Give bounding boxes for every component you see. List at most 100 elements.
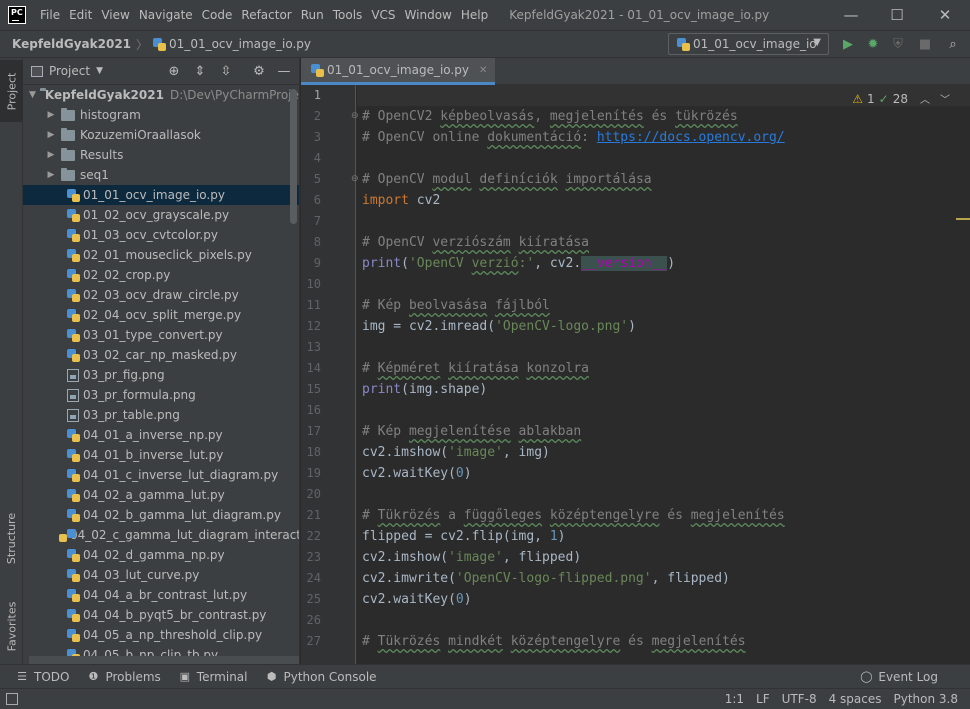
tree-folder[interactable]: ▶ seq1 — [23, 165, 299, 185]
gear-icon[interactable]: ⚙ — [252, 64, 266, 79]
coverage-button[interactable]: ⛨ — [890, 36, 906, 52]
file-encoding[interactable]: UTF-8 — [782, 692, 817, 706]
chevron-up-icon[interactable]: ︿ — [920, 91, 930, 106]
close-button[interactable]: ✕ — [922, 0, 968, 30]
tree-file[interactable]: 01_02_ocv_grayscale.py — [23, 205, 299, 225]
tree-file[interactable]: 02_02_crop.py — [23, 265, 299, 285]
structure-tool-tab[interactable]: Structure — [0, 498, 23, 578]
search-everywhere-button[interactable]: ⌕ — [945, 36, 961, 52]
chevron-right-icon[interactable]: ▶ — [45, 150, 57, 160]
toggle-tool-windows-icon[interactable] — [6, 693, 18, 705]
chevron-right-icon[interactable]: ▶ — [45, 170, 57, 180]
tree-file[interactable]: 04_02_d_gamma_np.py — [23, 545, 299, 565]
tree-file[interactable]: 04_01_b_inverse_lut.py — [23, 445, 299, 465]
tree-folder[interactable]: ▶ Results — [23, 145, 299, 165]
event-log-tab[interactable]: ◯ Event Log — [860, 670, 938, 684]
expand-all-icon[interactable]: ⇕ — [193, 64, 207, 79]
menu-code[interactable]: Code — [198, 8, 237, 22]
tree-file[interactable]: 04_04_a_br_contrast_lut.py — [23, 585, 299, 605]
tree-file[interactable]: 01_01_ocv_image_io.py — [23, 185, 299, 205]
tree-folder[interactable]: ▶ histogram — [23, 105, 299, 125]
tree-scrollbar[interactable] — [290, 89, 297, 224]
breadcrumb-project[interactable]: KepfeldGyak2021 — [12, 37, 131, 51]
favorites-tool-tab[interactable]: Favorites — [0, 586, 23, 666]
tree-file[interactable]: 04_03_lut_curve.py — [23, 565, 299, 585]
tree-file[interactable]: 03_02_car_np_masked.py — [23, 345, 299, 365]
tree-file[interactable]: 02_01_mouseclick_pixels.py — [23, 245, 299, 265]
code-line[interactable]: # Tükrözés mindkét középtengelyre és meg… — [362, 631, 746, 652]
menu-edit[interactable]: Edit — [65, 8, 96, 22]
tree-folder[interactable]: ▶ KozuzemiOraallasok — [23, 125, 299, 145]
code-line[interactable]: cv2.imshow('image', flipped) — [362, 547, 581, 568]
menu-refactor[interactable]: Refactor — [237, 8, 295, 22]
menu-help[interactable]: Help — [457, 8, 492, 22]
code-line[interactable]: cv2.waitKey(0) — [362, 463, 472, 484]
chevron-down-icon[interactable]: ▼ — [29, 90, 36, 100]
minimize-button[interactable]: — — [828, 0, 874, 30]
close-tab-icon[interactable]: ✕ — [479, 65, 487, 76]
debug-button[interactable]: ✹ — [865, 36, 881, 52]
code-line[interactable]: img = cv2.imread('OpenCV-logo.png') — [362, 316, 636, 337]
python-console-tab[interactable]: ⬢ Python Console — [266, 670, 377, 684]
breadcrumb-file[interactable]: 01_01_ocv_image_io.py — [169, 37, 311, 51]
tree-file[interactable]: 04_02_b_gamma_lut_diagram.py — [23, 505, 299, 525]
code-line[interactable]: # OpenCV verziószám kiíratása — [362, 232, 589, 253]
menu-window[interactable]: Window — [401, 8, 456, 22]
fold-icon[interactable]: ⊖ — [351, 174, 359, 184]
chevron-right-icon[interactable]: ▶ — [45, 110, 57, 120]
tree-file[interactable]: 04_01_a_inverse_np.py — [23, 425, 299, 445]
tree-file[interactable]: 04_02_a_gamma_lut.py — [23, 485, 299, 505]
code-line[interactable]: flipped = cv2.flip(img, 1) — [362, 526, 566, 547]
tree-file[interactable]: 03_pr_fig.png — [23, 365, 299, 385]
code-line[interactable]: print('OpenCV verzió:', cv2.__version__) — [362, 253, 675, 274]
stop-button[interactable]: ■ — [917, 36, 933, 52]
code-line[interactable]: cv2.imshow('image', img) — [362, 442, 550, 463]
problems-tab[interactable]: ❶ Problems — [87, 670, 161, 684]
chevron-down-icon[interactable]: ▼ — [96, 66, 103, 76]
code-line[interactable]: # OpenCV modul definíciók importálása — [362, 169, 652, 190]
code-line[interactable]: # OpenCV online dokumentáció: https://do… — [362, 127, 785, 148]
hide-panel-icon[interactable]: — — [277, 64, 291, 79]
project-tool-tab[interactable]: Project — [0, 60, 23, 122]
run-configuration-select[interactable]: 01_01_ocv_image_io ▼ — [668, 33, 829, 55]
terminal-tab[interactable]: ▣ Terminal — [179, 670, 248, 684]
code-line[interactable]: print(img.shape) — [362, 379, 487, 400]
menu-view[interactable]: View — [97, 8, 133, 22]
tree-root[interactable]: ▼ KepfeldGyak2021 D:\Dev\PyCharmProject — [23, 85, 299, 105]
tree-file[interactable]: 01_03_ocv_cvtcolor.py — [23, 225, 299, 245]
tree-file[interactable]: 02_03_ocv_draw_circle.py — [23, 285, 299, 305]
code-line[interactable]: import cv2 — [362, 190, 440, 211]
code-line[interactable]: # OpenCV2 képbeolvasás, megjelenítés és … — [362, 106, 738, 127]
code-line[interactable]: cv2.waitKey(0) — [362, 589, 472, 610]
caret-position[interactable]: 1:1 — [725, 692, 744, 706]
line-separator[interactable]: LF — [756, 692, 770, 706]
tree-file[interactable]: 03_01_type_convert.py — [23, 325, 299, 345]
tree-file[interactable]: 02_04_ocv_split_merge.py — [23, 305, 299, 325]
fold-icon[interactable]: ⊖ — [351, 111, 359, 121]
code-line[interactable]: # Kép megjelenítése ablakban — [362, 421, 581, 442]
tree-file[interactable]: 03_pr_formula.png — [23, 385, 299, 405]
project-view-select[interactable]: Project — [49, 64, 90, 78]
locate-file-icon[interactable]: ⊕ — [167, 64, 181, 79]
tree-file[interactable]: 04_05_a_np_threshold_clip.py — [23, 625, 299, 645]
tree-file[interactable]: 04_01_c_inverse_lut_diagram.py — [23, 465, 299, 485]
run-button[interactable]: ▶ — [840, 36, 856, 52]
inspection-widget[interactable]: ⚠ 1 ✓ 28 ︿ ﹀ — [852, 91, 950, 107]
code-line[interactable]: # Képméret kiíratása konzolra — [362, 358, 589, 379]
indent-setting[interactable]: 4 spaces — [829, 692, 882, 706]
menu-vcs[interactable]: VCS — [367, 8, 399, 22]
todo-tab[interactable]: ☰ TODO — [16, 670, 69, 684]
python-interpreter[interactable]: Python 3.8 — [894, 692, 959, 706]
maximize-button[interactable]: ☐ — [874, 0, 920, 30]
warning-stripe-marker[interactable] — [956, 218, 970, 220]
chevron-down-icon[interactable]: ﹀ — [940, 91, 950, 106]
code-line[interactable]: # Kép beolvasása fájlból — [362, 295, 550, 316]
menu-file[interactable]: File — [36, 8, 64, 22]
collapse-all-icon[interactable]: ⇳ — [219, 64, 233, 79]
code-line[interactable]: # Tükrözés a függőleges középtengelyre é… — [362, 505, 785, 526]
chevron-right-icon[interactable]: ▶ — [45, 130, 57, 140]
menu-run[interactable]: Run — [297, 8, 328, 22]
menu-navigate[interactable]: Navigate — [135, 8, 197, 22]
menu-tools[interactable]: Tools — [329, 8, 367, 22]
tree-file[interactable]: 04_02_c_gamma_lut_diagram_interactive — [23, 525, 299, 545]
